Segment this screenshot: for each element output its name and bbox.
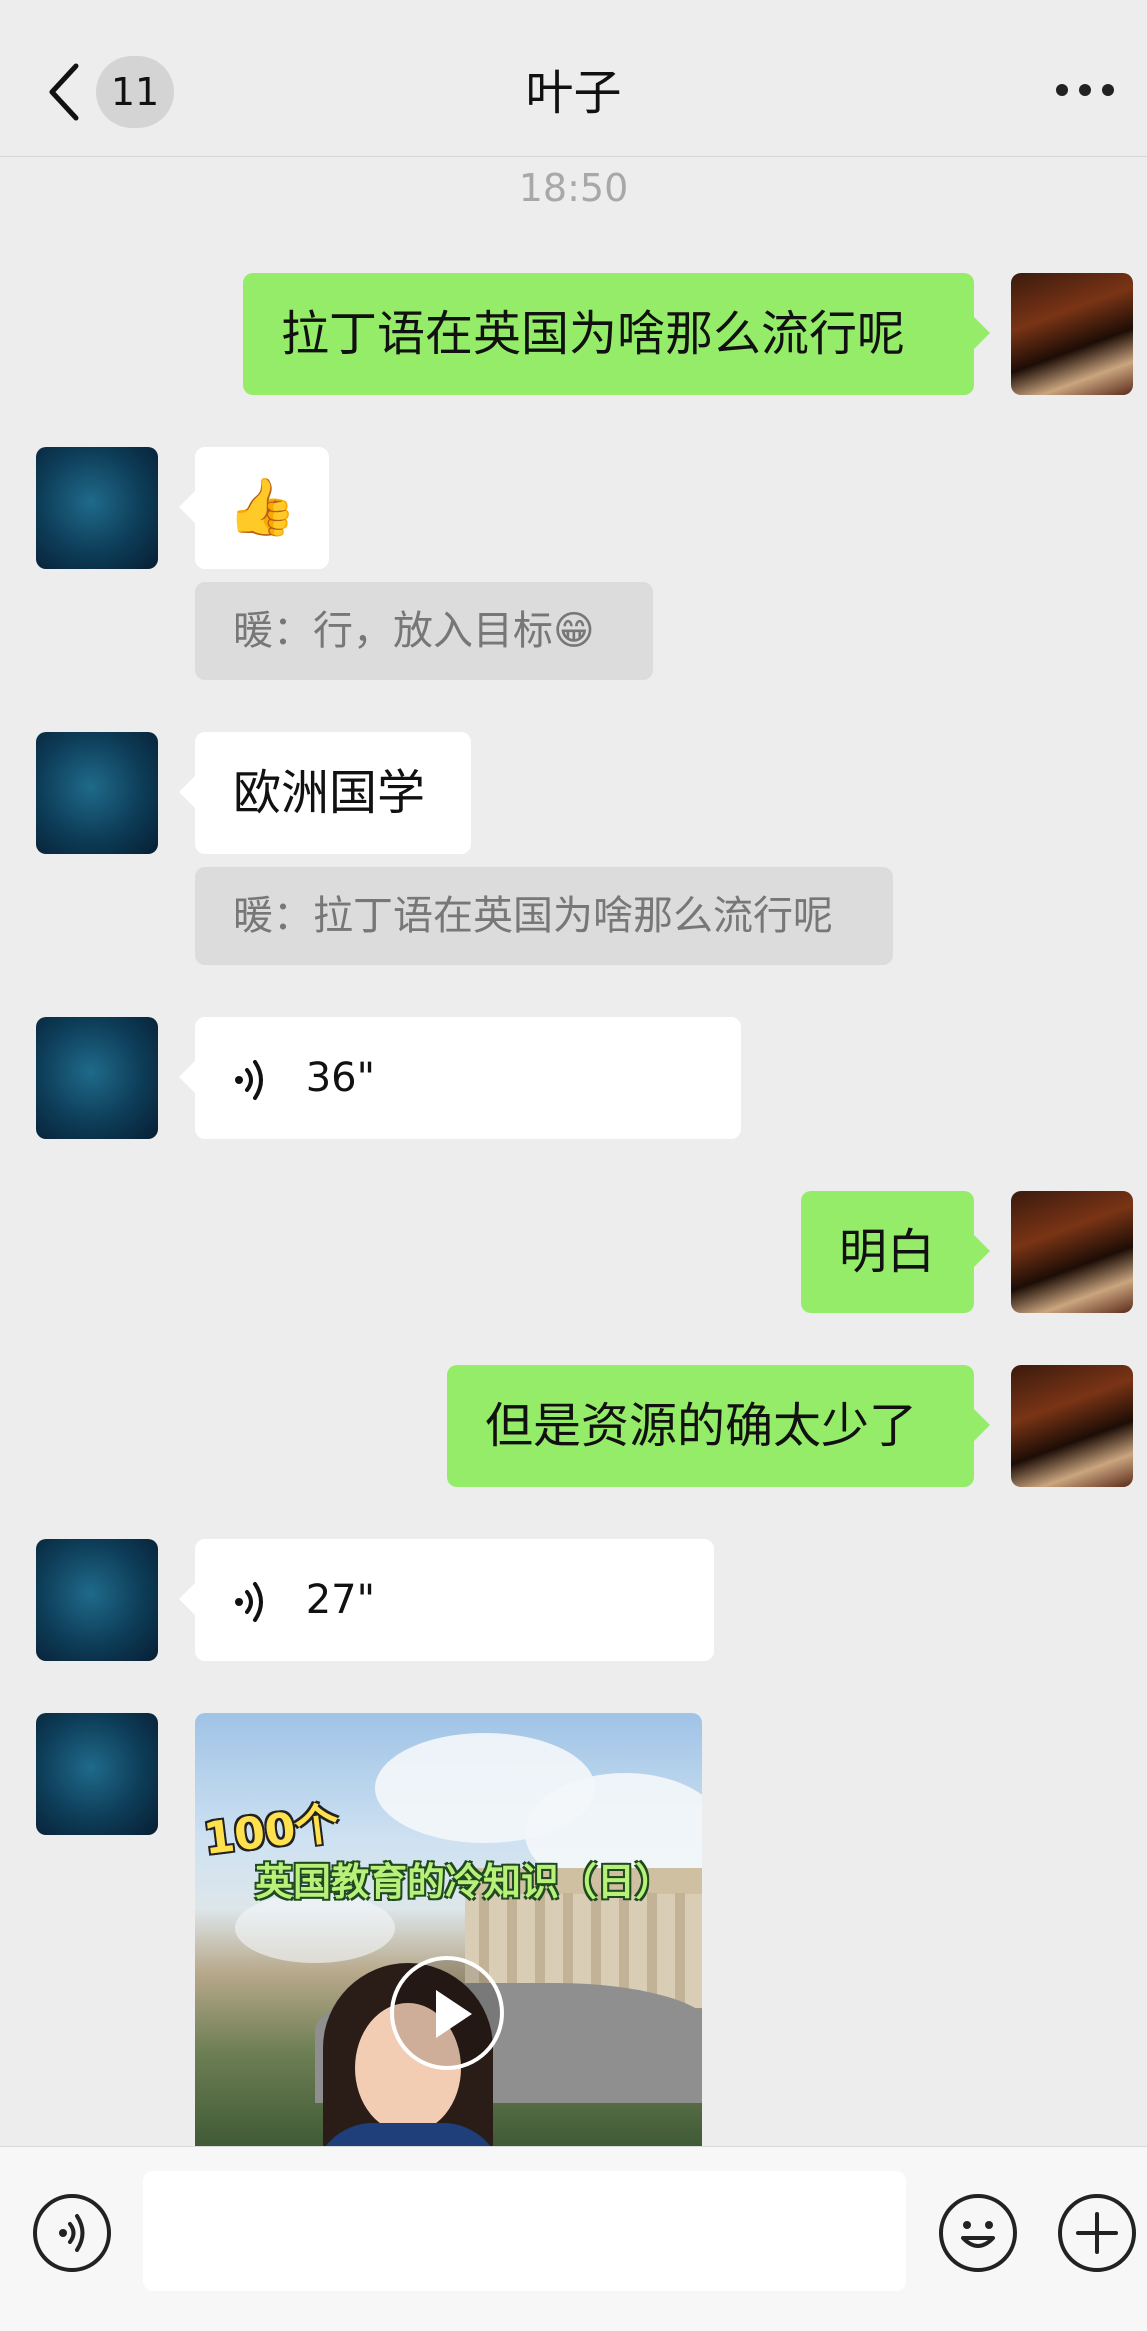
contact-avatar[interactable] — [36, 1713, 158, 1835]
contact-avatar[interactable] — [36, 1017, 158, 1139]
video-caption-line2: 英国教育的冷知识（日） — [255, 1860, 674, 1904]
unread-count-badge: 11 — [96, 56, 174, 128]
more-button[interactable] — [1050, 70, 1120, 110]
received-message-bubble[interactable]: 欧洲国学 — [179, 732, 471, 854]
emoji-button[interactable] — [939, 2194, 1017, 2272]
my-avatar[interactable] — [1011, 273, 1133, 395]
message-text: 明白 — [839, 1224, 936, 1280]
chat-header: 11 叶子 — [0, 0, 1147, 157]
my-avatar[interactable] — [1011, 1191, 1133, 1313]
play-icon[interactable] — [390, 1956, 504, 2070]
message-text: 拉丁语在英国为啥那么流行呢 — [281, 306, 906, 362]
video-message[interactable]: 100个 英国教育的冷知识（日） — [195, 1713, 702, 2147]
my-avatar[interactable] — [1011, 1365, 1133, 1487]
sent-message-bubble[interactable]: 拉丁语在英国为啥那么流行呢 — [243, 273, 990, 395]
contact-avatar[interactable] — [36, 447, 158, 569]
contact-avatar[interactable] — [36, 732, 158, 854]
chevron-left-icon — [49, 63, 79, 121]
voice-message-bubble[interactable]: 36" — [179, 1017, 741, 1139]
quoted-reply[interactable]: 暖：行，放入目标😁 — [195, 582, 653, 680]
quote-text: 暖：行，放入目标😁 — [233, 608, 595, 654]
voice-icon — [235, 1582, 263, 1622]
message-text: 欧洲国学 — [233, 765, 426, 821]
received-emoji-bubble[interactable]: 👍 — [179, 447, 329, 569]
voice-duration: 27" — [305, 1577, 376, 1623]
plus-icon — [1076, 2212, 1118, 2254]
quoted-reply[interactable]: 暖：拉丁语在英国为啥那么流行呢 — [195, 867, 893, 965]
message-timestamp: 18:50 — [518, 166, 629, 210]
message-input[interactable] — [143, 2171, 906, 2291]
back-button[interactable]: 11 — [36, 52, 186, 132]
voice-icon — [235, 1060, 263, 1100]
sent-message-bubble[interactable]: 明白 — [801, 1191, 990, 1313]
contact-avatar[interactable] — [36, 1539, 158, 1661]
sent-message-bubble[interactable]: 但是资源的确太少了 — [447, 1365, 990, 1487]
voice-input-button[interactable] — [33, 2194, 111, 2272]
voice-message-bubble[interactable]: 27" — [179, 1539, 714, 1661]
emoji-icon — [961, 2221, 995, 2248]
thumbs-up-emoji: 👍 — [227, 475, 297, 540]
voice-icon — [59, 2214, 85, 2252]
more-actions-button[interactable] — [1058, 2194, 1136, 2272]
quote-text: 暖：拉丁语在英国为啥那么流行呢 — [233, 893, 833, 939]
voice-duration: 36" — [305, 1055, 376, 1101]
message-text: 但是资源的确太少了 — [485, 1398, 918, 1454]
input-toolbar — [0, 2146, 1147, 2331]
more-dots-icon — [1056, 84, 1068, 96]
